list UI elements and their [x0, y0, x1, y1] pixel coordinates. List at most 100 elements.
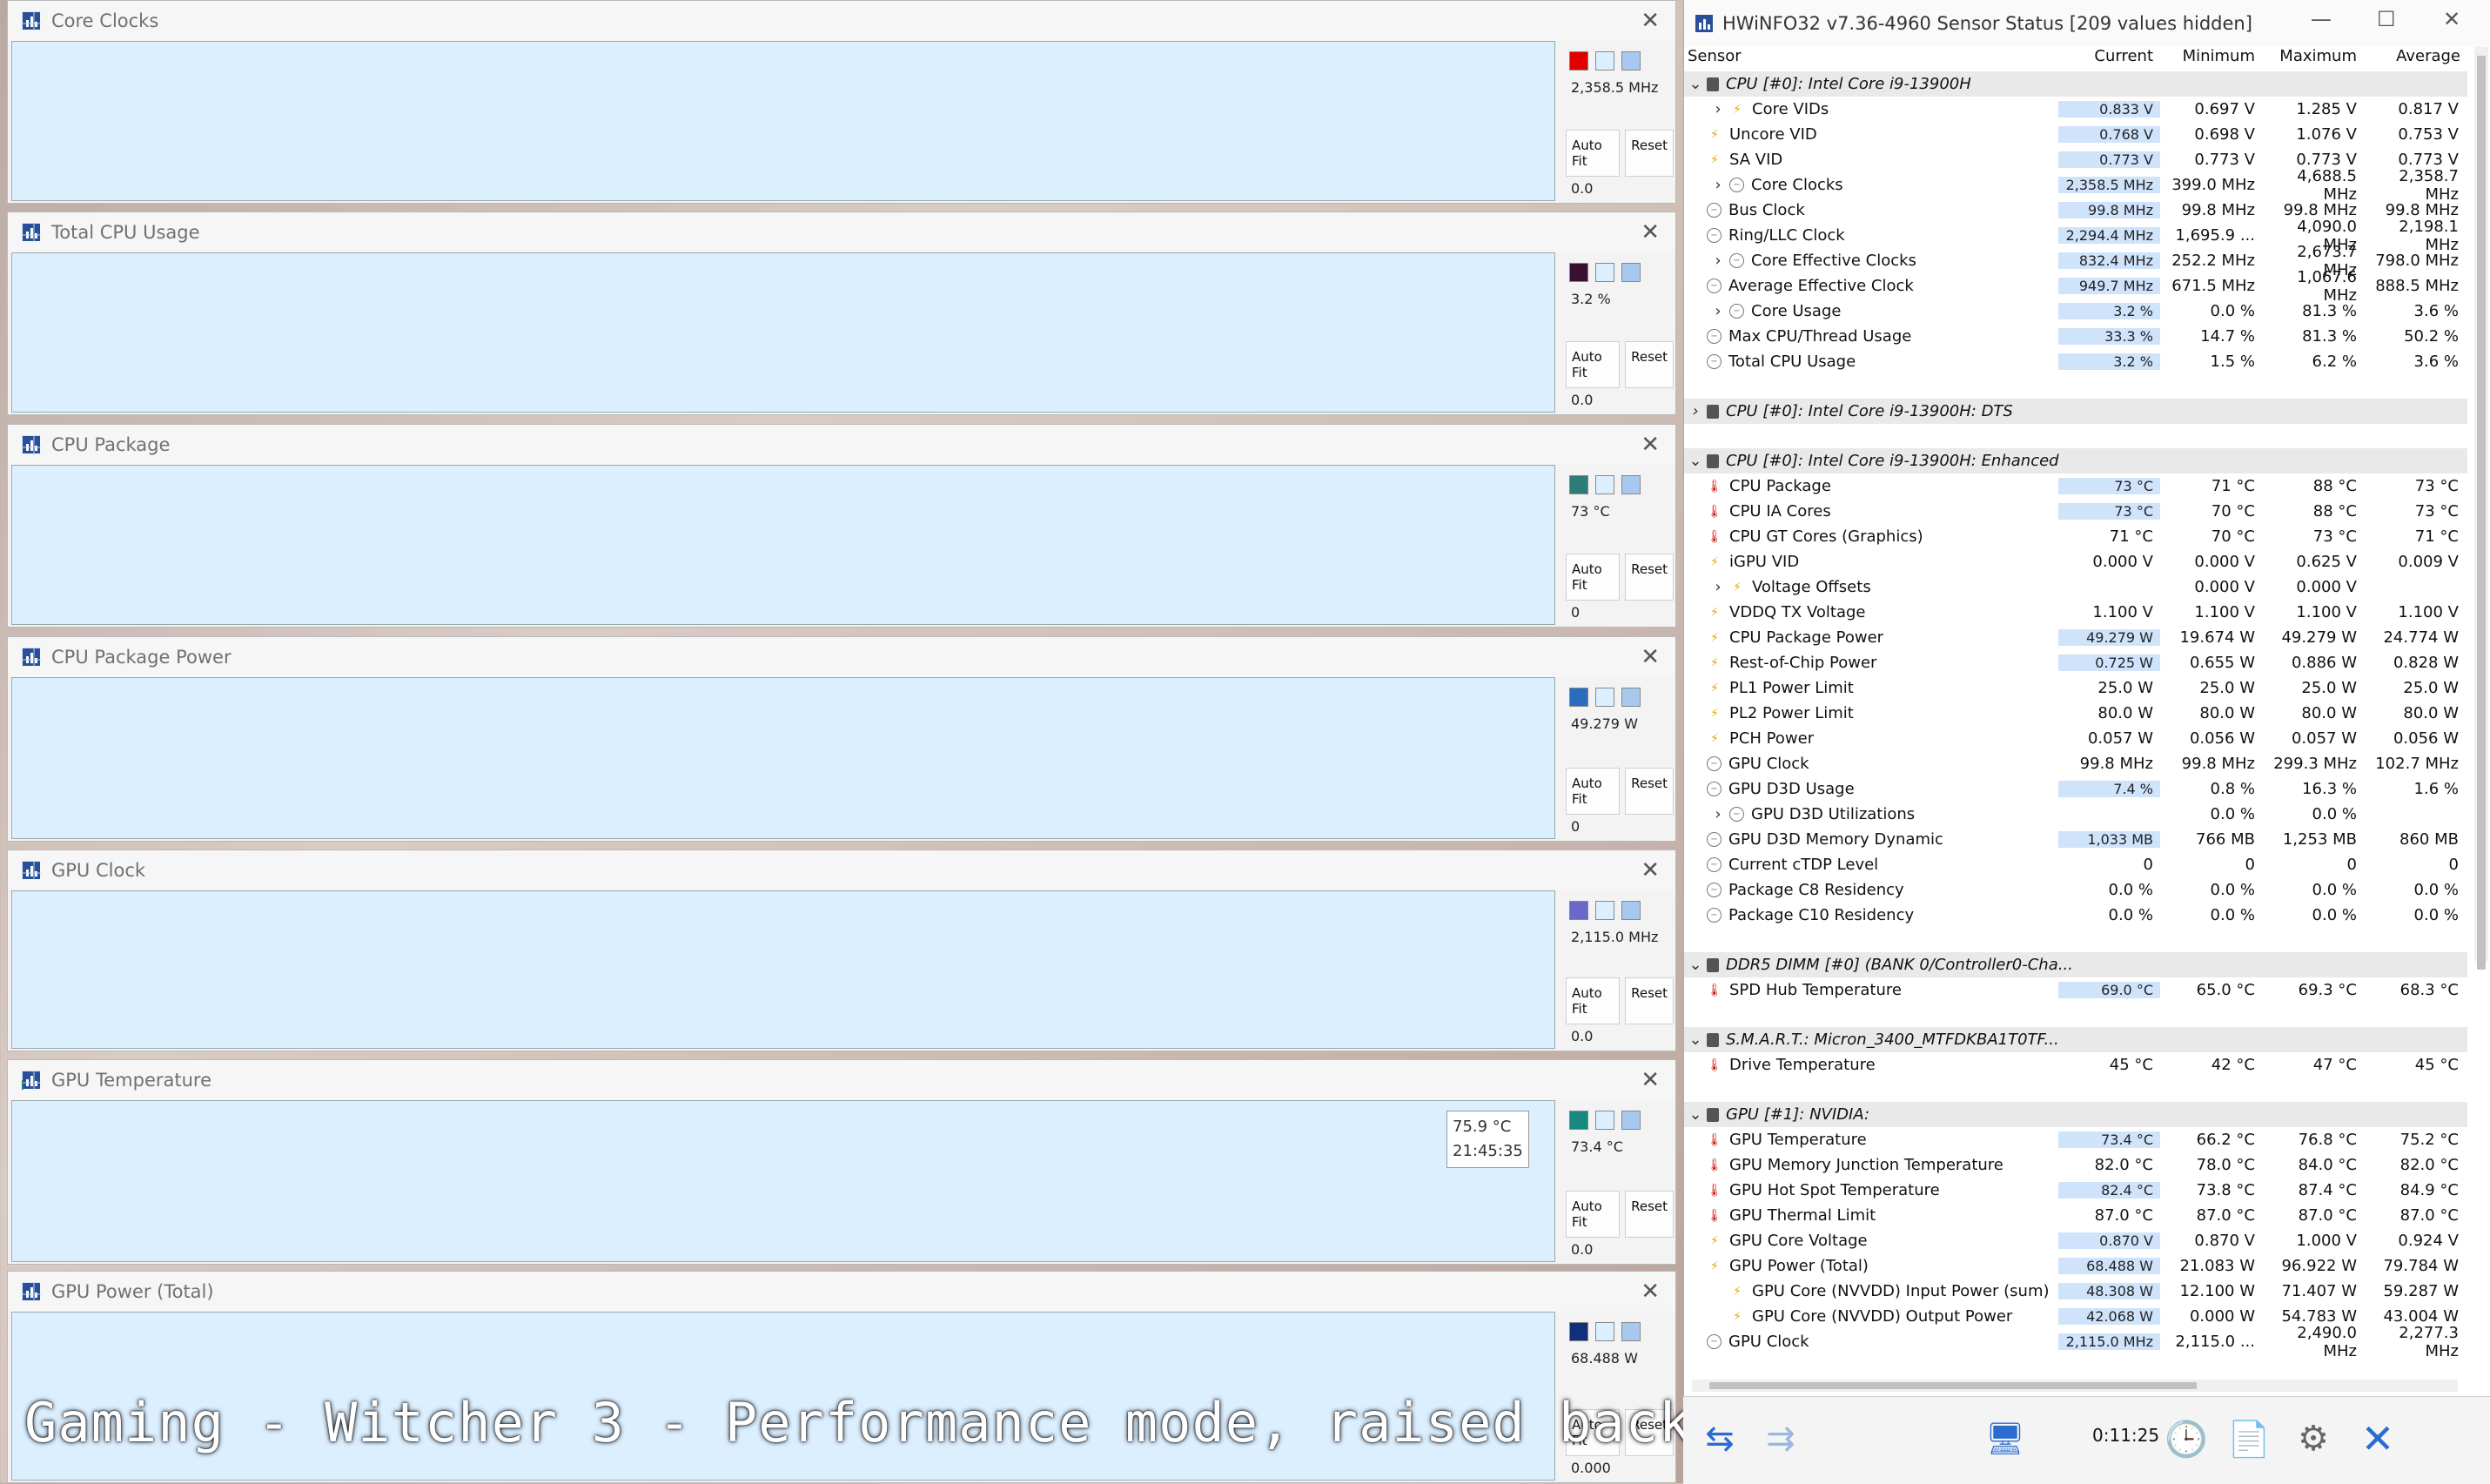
grid-color-swatch[interactable] [1621, 475, 1641, 494]
collapse-icon[interactable]: ⌄ [1684, 1105, 1707, 1124]
column-sensor[interactable]: Sensor [1684, 47, 2058, 71]
sensor-row[interactable]: › − Core Usage 3.2 % 0.0 % 81.3 % 3.6 % [1684, 299, 2467, 324]
sensor-row[interactable]: 🌡 CPU GT Cores (Graphics) 71 °C 70 °C 73 °C 7… [1684, 524, 2467, 549]
minimize-icon[interactable]: — [2311, 7, 2332, 31]
sensor-row[interactable]: › ⚡ Voltage Offsets 0.000 V 0.000 V [1684, 574, 2467, 600]
sensor-row[interactable]: › − GPU D3D Utilizations 0.0 % 0.0 % [1684, 802, 2467, 827]
sensor-row[interactable]: ⚡ PL1 Power Limit 25.0 W 25.0 W 25.0 W 25.0 W [1684, 675, 2467, 701]
grid-color-swatch[interactable] [1621, 51, 1641, 71]
grid-color-swatch[interactable] [1621, 263, 1641, 282]
reset-button[interactable]: Reset [1625, 341, 1674, 388]
vertical-scrollbar[interactable] [2474, 47, 2488, 970]
sensor-row[interactable]: − GPU D3D Memory Dynamic 1,033 MB 766 MB 1,2… [1684, 827, 2467, 852]
sensor-row[interactable]: 🌡 CPU IA Cores 73 °C 70 °C 88 °C 73 °C [1684, 499, 2467, 524]
log-file-icon[interactable]: 📄 [2223, 1413, 2275, 1465]
collapse-icon[interactable]: ⌄ [1684, 956, 1707, 974]
graph-titlebar[interactable]: Total CPU Usage ✕ [8, 212, 1675, 252]
sensor-row[interactable]: ⚡ PL2 Power Limit 80.0 W 80.0 W 80.0 W 80.0 W [1684, 701, 2467, 726]
bg-color-swatch[interactable] [1595, 1322, 1614, 1341]
sensor-row[interactable]: ⚡ GPU Power (Total) 68.488 W 21.083 W 96.922… [1684, 1253, 2467, 1279]
graph-titlebar[interactable]: GPU Power (Total) ✕ [8, 1272, 1675, 1312]
series-color-swatch[interactable] [1569, 901, 1588, 920]
sensor-row[interactable]: 🌡 GPU Hot Spot Temperature 82.4 °C 73.8 °C 8… [1684, 1178, 2467, 1203]
sensor-row[interactable]: − GPU D3D Usage 7.4 % 0.8 % 16.3 % 1.6 % [1684, 776, 2467, 802]
sensor-row[interactable]: ⚡ GPU Core Voltage 0.870 V 0.870 V 1.000 V 0.… [1684, 1228, 2467, 1253]
sensor-row[interactable]: − GPU Clock 99.8 MHz 99.8 MHz 299.3 MHz 102.7… [1684, 751, 2467, 776]
column-average[interactable]: Average [2364, 47, 2467, 71]
graph-window-1[interactable]: Total CPU Usage ✕ 3.2 % Auto Fit Reset 0.0 [7, 212, 1676, 415]
expand-icon[interactable]: › [1707, 100, 1729, 118]
close-x-icon[interactable]: ✕ [2352, 1413, 2404, 1465]
graph-titlebar[interactable]: CPU Package ✕ [8, 425, 1675, 465]
graph-window-4[interactable]: GPU Clock ✕ 2,115.0 MHz Auto Fit Reset 0.0 [7, 849, 1676, 1051]
sensor-row[interactable]: ⚡ VDDQ TX Voltage 1.100 V 1.100 V 1.100 V 1.1… [1684, 600, 2467, 625]
reset-button[interactable]: Reset [1625, 977, 1674, 1024]
expand-icon[interactable]: › [1684, 402, 1707, 420]
series-color-swatch[interactable] [1569, 688, 1588, 707]
sensor-row[interactable]: ⚡ PCH Power 0.057 W 0.056 W 0.057 W 0.056 W [1684, 726, 2467, 751]
column-minimum[interactable]: Minimum [2160, 47, 2262, 71]
close-icon[interactable]: ✕ [1641, 1067, 1660, 1093]
sensor-row[interactable]: ⚡ CPU Package Power 49.279 W 19.674 W 49.279… [1684, 625, 2467, 650]
bg-color-swatch[interactable] [1595, 1111, 1614, 1130]
close-icon[interactable]: ✕ [2443, 7, 2460, 31]
column-maximum[interactable]: Maximum [2262, 47, 2364, 71]
sensor-row[interactable]: ⚡ GPU Core (NVVDD) Input Power (sum) 48.30… [1684, 1279, 2467, 1304]
series-color-swatch[interactable] [1569, 475, 1588, 494]
grid-color-swatch[interactable] [1621, 1322, 1641, 1341]
hwinfo-titlebar[interactable]: HWiNFO32 v7.36-4960 Sensor Status [209 v… [1684, 0, 2490, 47]
sensor-row[interactable]: ⚡ Uncore VID 0.768 V 0.698 V 1.076 V 0.753 V [1684, 122, 2467, 147]
sensor-row[interactable]: − Package C8 Residency 0.0 % 0.0 % 0.0 % 0.0 … [1684, 877, 2467, 903]
sensor-row[interactable]: 🌡 SPD Hub Temperature 69.0 °C 65.0 °C 69.3 °… [1684, 977, 2467, 1003]
column-current[interactable]: Current [2058, 47, 2160, 71]
sensor-row[interactable]: − GPU Clock 2,115.0 MHz 2,115.0 ... 2,490.0 … [1684, 1324, 2467, 1360]
bg-color-swatch[interactable] [1595, 51, 1614, 71]
expand-icon[interactable]: › [1707, 578, 1729, 596]
auto-fit-button[interactable]: Auto Fit [1566, 554, 1621, 601]
close-icon[interactable]: ✕ [1641, 857, 1660, 883]
bg-color-swatch[interactable] [1595, 475, 1614, 494]
sensor-row[interactable]: › − Core Clocks 2,358.5 MHz 399.0 MHz 4,688.5… [1684, 167, 2467, 204]
close-icon[interactable]: ✕ [1641, 8, 1660, 34]
graph-titlebar[interactable]: Core Clocks ✕ [8, 1, 1675, 41]
close-icon[interactable]: ✕ [1641, 219, 1660, 245]
series-color-swatch[interactable] [1569, 1111, 1588, 1130]
expand-icon[interactable]: › [1707, 252, 1729, 270]
bg-color-swatch[interactable] [1595, 901, 1614, 920]
auto-fit-button[interactable]: Auto Fit [1566, 130, 1621, 177]
reset-button[interactable]: Reset [1625, 768, 1674, 815]
nav-alt-arrows-icon[interactable]: ⇉ [1755, 1413, 1807, 1465]
collapse-icon[interactable]: ⌄ [1684, 1031, 1707, 1049]
sensor-group-row[interactable]: ⌄ CPU [#0]: Intel Core i9-13900H: Enhance… [1684, 448, 2467, 473]
reset-button[interactable]: Reset [1625, 130, 1674, 177]
bg-color-swatch[interactable] [1595, 263, 1614, 282]
grid-color-swatch[interactable] [1621, 688, 1641, 707]
series-color-swatch[interactable] [1569, 51, 1588, 71]
graph-window-5[interactable]: GPU Temperature ✕ 73.4 °C Auto Fit Reset 0.0 [7, 1059, 1676, 1265]
maximize-icon[interactable]: ☐ [2377, 7, 2396, 31]
sensor-row[interactable]: 🌡 GPU Thermal Limit 87.0 °C 87.0 °C 87.0 °C 8… [1684, 1203, 2467, 1228]
graph-window-2[interactable]: CPU Package ✕ 73 °C Auto Fit Reset 0 [7, 424, 1676, 628]
sensor-group-row[interactable]: ⌄ DDR5 DIMM [#0] (BANK 0/Controller0-Cha.… [1684, 952, 2467, 977]
sensor-row[interactable]: 🌡 GPU Memory Junction Temperature 82.0 °C 7… [1684, 1152, 2467, 1178]
sensor-group-row[interactable]: ⌄ S.M.A.R.T.: Micron_3400_MTFDKBA1T0TF... [1684, 1027, 2467, 1052]
series-color-swatch[interactable] [1569, 263, 1588, 282]
auto-fit-button[interactable]: Auto Fit [1566, 768, 1621, 815]
clock-reset-icon[interactable]: 🕒 [2160, 1413, 2212, 1465]
series-color-swatch[interactable] [1569, 1322, 1588, 1341]
sensor-row[interactable]: − Total CPU Usage 3.2 % 1.5 % 6.2 % 3.6 % [1684, 349, 2467, 374]
graph-titlebar[interactable]: GPU Temperature ✕ [8, 1060, 1675, 1100]
close-icon[interactable]: ✕ [1641, 1279, 1660, 1305]
sensor-row[interactable]: ⚡ Rest-of-Chip Power 0.725 W 0.655 W 0.886 W… [1684, 650, 2467, 675]
bg-color-swatch[interactable] [1595, 688, 1614, 707]
reset-button[interactable]: Reset [1625, 1191, 1674, 1238]
grid-color-swatch[interactable] [1621, 1111, 1641, 1130]
auto-fit-button[interactable]: Auto Fit [1566, 1191, 1621, 1238]
reset-button[interactable]: Reset [1625, 554, 1674, 601]
sensor-row[interactable]: − Max CPU/Thread Usage 33.3 % 14.7 % 81.3 % 5… [1684, 324, 2467, 349]
grid-color-swatch[interactable] [1621, 901, 1641, 920]
sensor-row[interactable]: − Package C10 Residency 0.0 % 0.0 % 0.0 % 0.0… [1684, 903, 2467, 928]
auto-fit-button[interactable]: Auto Fit [1566, 977, 1621, 1024]
scroll-thumb[interactable] [2477, 56, 2486, 970]
collapse-icon[interactable]: ⌄ [1684, 75, 1707, 93]
